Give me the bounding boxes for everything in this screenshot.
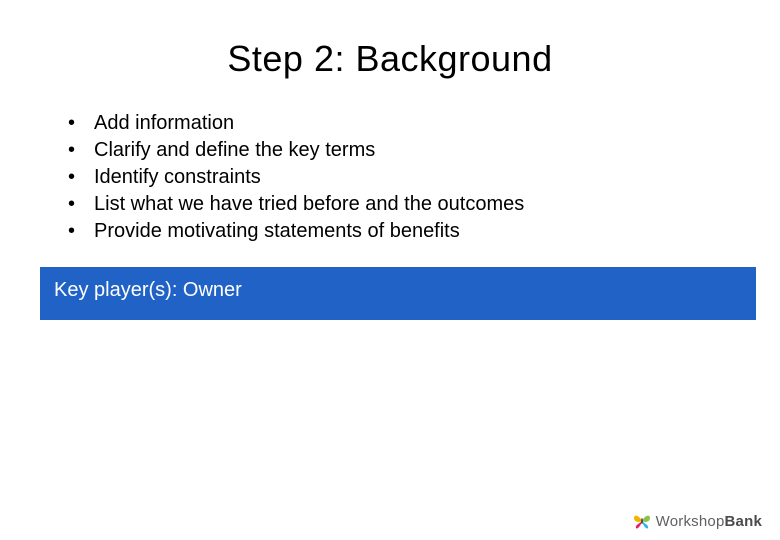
butterfly-icon [632,512,652,530]
list-item: Clarify and define the key terms [68,137,780,164]
key-players-banner: Key player(s): Owner [40,267,756,320]
brand-logo: WorkshopBank [632,512,762,530]
list-item: Provide motivating statements of benefit… [68,218,780,245]
list-item: List what we have tried before and the o… [68,191,780,218]
brand-prefix: Workshop [656,513,725,530]
brand-suffix: Bank [725,513,762,530]
bullet-list: Add information Clarify and define the k… [0,110,780,245]
list-item: Identify constraints [68,164,780,191]
slide-title: Step 2: Background [0,0,780,110]
list-item: Add information [68,110,780,137]
slide: Step 2: Background Add information Clari… [0,0,780,540]
brand-text: WorkshopBank [656,513,762,530]
